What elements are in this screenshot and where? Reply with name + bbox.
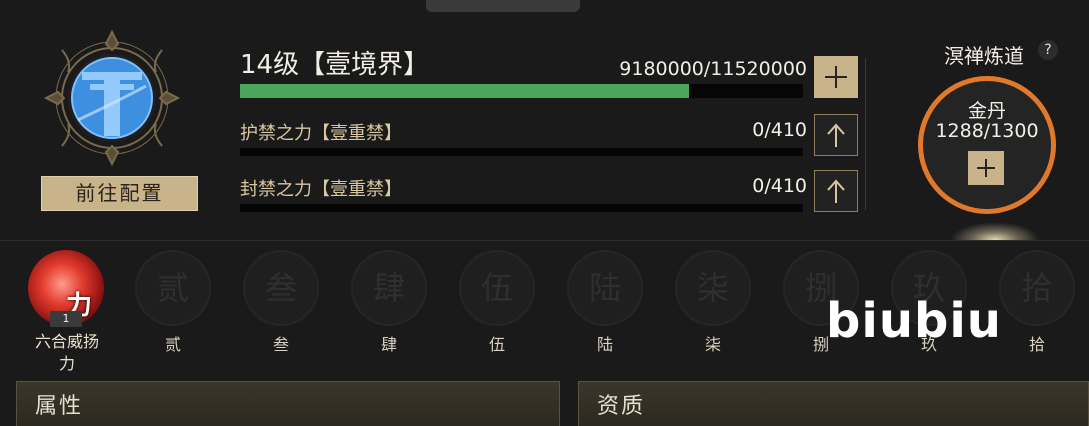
vertical-divider (865, 58, 866, 210)
skill-slot[interactable]: 拾 (999, 250, 1075, 326)
golden-core-value: 1288/1300 (935, 120, 1039, 142)
realm-emblem-icon (43, 29, 181, 167)
section-title: 资质 (597, 394, 646, 419)
skill-slot-label: 叁 (272, 335, 289, 354)
goto-config-button[interactable]: 前往配置 (41, 176, 198, 211)
arrow-up-icon (827, 179, 845, 203)
seal-power-value: 0/410 (752, 175, 807, 197)
guard-seal-bar (240, 148, 803, 156)
section-attributes[interactable]: 属性 (16, 381, 560, 426)
top-tab[interactable] (426, 0, 580, 12)
skill-slot-label: 贰 (164, 335, 181, 354)
skill-slot[interactable]: 叁 (243, 250, 319, 326)
exp-add-button[interactable] (814, 56, 858, 98)
skill-slot-glyph: 陆 (588, 269, 621, 307)
section-title: 属性 (35, 394, 84, 419)
skill-slot-glyph: 伍 (480, 269, 513, 307)
level-title: 14级【壹境界】 (240, 50, 430, 80)
guard-seal-label: 护禁之力【壹重禁】 (240, 123, 402, 144)
skill-level-badge: 1 (50, 311, 82, 327)
arrow-up-icon (827, 123, 845, 147)
seal-power-upgrade-button[interactable] (814, 170, 858, 212)
golden-core-add-button[interactable] (968, 151, 1004, 185)
skill-slot-glyph: 柒 (696, 269, 729, 307)
skill-slot-glyph: 肆 (372, 269, 405, 307)
ring-glow (950, 222, 1040, 240)
skill-slot-label: 肆 (380, 335, 397, 354)
skill-slot-glyph: 拾 (1020, 269, 1053, 307)
skill-slot[interactable]: 陆 (567, 250, 643, 326)
skill-slot[interactable]: 柒 (675, 250, 751, 326)
skill-slot-label: 拾 (1028, 335, 1045, 354)
exp-bar (240, 84, 803, 98)
skill-slot-glyph: 叁 (264, 269, 297, 307)
skill-slot-label: 伍 (488, 335, 505, 354)
skill-slot[interactable]: 贰 (135, 250, 211, 326)
skill-active-label: 六合威扬 力 (34, 332, 99, 373)
exp-value: 9180000/11520000 (619, 58, 807, 80)
exp-bar-fill (240, 84, 689, 98)
skill-slot-label: 柒 (704, 335, 721, 354)
skill-slot-glyph: 贰 (156, 269, 189, 307)
watermark: biubiu (826, 293, 1002, 349)
dao-title: 溟禅炼道 (944, 44, 1024, 68)
skill-slot[interactable]: 伍 (459, 250, 535, 326)
seal-power-label: 封禁之力【壹重禁】 (240, 179, 402, 200)
golden-core-label: 金丹 (967, 100, 1006, 122)
skill-slot-label: 陆 (596, 335, 613, 354)
guard-seal-upgrade-button[interactable] (814, 114, 858, 156)
guard-seal-value: 0/410 (752, 119, 807, 141)
section-aptitude[interactable]: 资质 (578, 381, 1089, 426)
seal-power-bar (240, 204, 803, 212)
help-icon[interactable]: ? (1038, 40, 1058, 60)
skill-slot[interactable]: 肆 (351, 250, 427, 326)
divider (0, 240, 1089, 241)
